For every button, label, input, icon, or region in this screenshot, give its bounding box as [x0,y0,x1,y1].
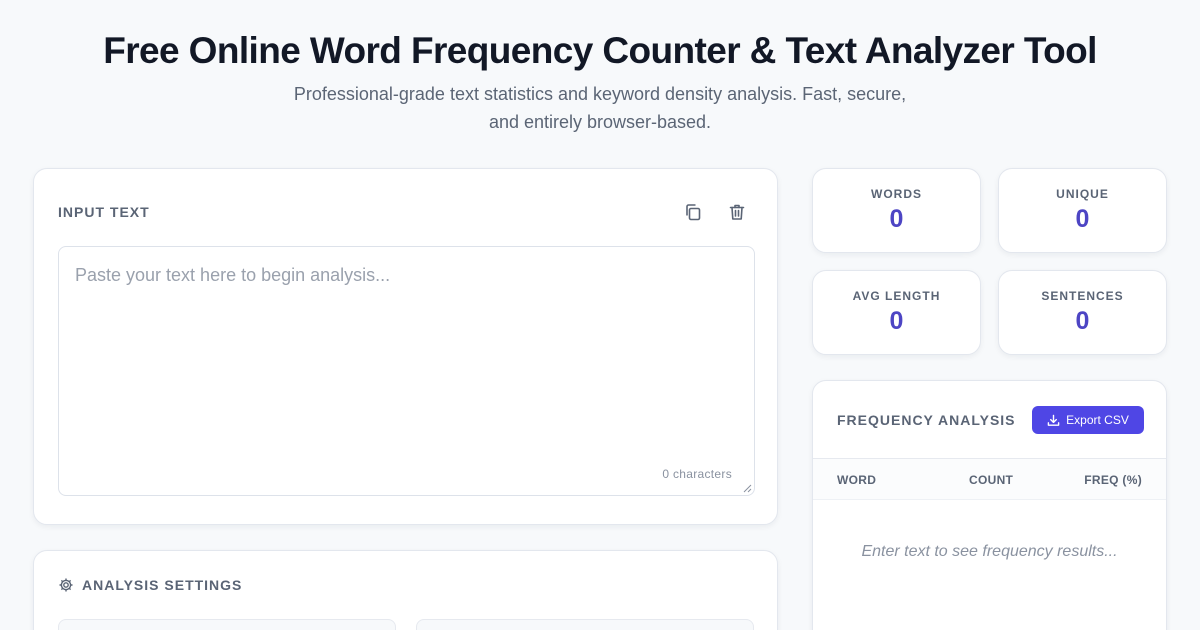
stat-label: UNIQUE [1056,187,1109,201]
character-count: 0 characters [662,467,732,481]
stat-value: 0 [1075,205,1090,233]
input-label: INPUT TEXT [58,204,150,220]
frequency-empty-message: Enter text to see frequency results... [861,543,1118,560]
page-subtitle: Professional-grade text statistics and k… [250,80,950,136]
column-header-freq[interactable]: FREQ (%) [1084,473,1142,487]
subtitle-line-2: and entirely browser-based. [488,112,712,132]
settings-option-2[interactable] [416,619,754,630]
resize-grip-icon[interactable] [742,483,752,493]
trash-icon [729,204,745,220]
stat-avg-length: AVG LENGTH 0 [812,270,981,355]
settings-option-1[interactable] [58,619,396,630]
stat-label: WORDS [871,187,922,201]
stat-value: 0 [889,205,904,233]
settings-header: ANALYSIS SETTINGS [58,577,242,593]
stat-words: WORDS 0 [812,168,981,253]
stat-unique: UNIQUE 0 [998,168,1167,253]
subtitle-line-1: Professional-grade text statistics and k… [293,84,907,104]
stat-sentences: SENTENCES 0 [998,270,1167,355]
settings-label: ANALYSIS SETTINGS [82,577,243,593]
stat-label: AVG LENGTH [852,289,941,303]
export-csv-button[interactable]: Export CSV [1032,406,1144,434]
text-input[interactable] [59,247,754,495]
download-icon [1047,414,1060,426]
stat-value: 0 [889,307,904,335]
copy-icon [686,204,701,221]
column-header-count[interactable]: COUNT [969,473,1013,487]
text-input-wrapper: 0 characters [58,246,755,496]
frequency-card: FREQUENCY ANALYSIS Export CSV WORD COUNT… [812,380,1167,630]
export-csv-label: Export CSV [1066,413,1129,427]
input-card: INPUT TEXT 0 characters [33,168,778,525]
page-title: Free Online Word Frequency Counter & Tex… [103,30,1097,71]
copy-button[interactable] [680,199,706,225]
gear-icon [59,578,73,592]
stat-value: 0 [1075,307,1090,335]
stat-label: SENTENCES [1041,289,1124,303]
frequency-label: FREQUENCY ANALYSIS [837,412,1016,428]
frequency-table-header: WORD COUNT FREQ (%) [813,458,1166,500]
settings-card: ANALYSIS SETTINGS [33,550,778,630]
clear-button[interactable] [724,199,750,225]
column-header-word[interactable]: WORD [837,473,876,487]
